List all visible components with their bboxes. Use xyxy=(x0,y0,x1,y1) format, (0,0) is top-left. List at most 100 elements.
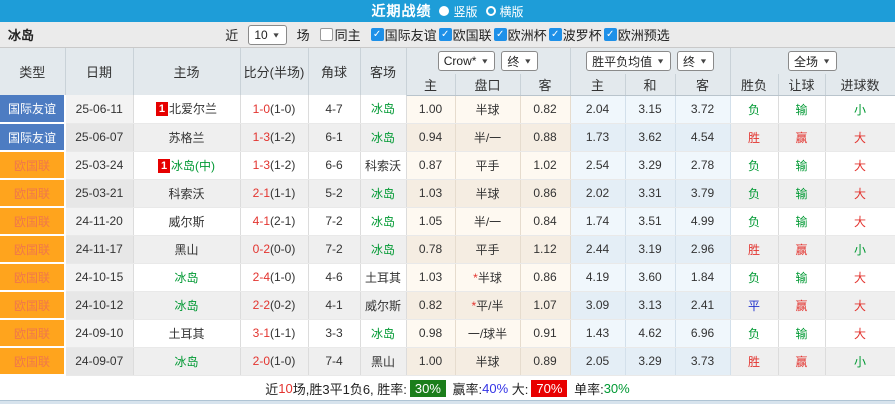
handicap-line-cell: 半球 xyxy=(455,95,521,124)
wdl-result-cell: 负 xyxy=(730,263,779,292)
corner-cell: 4-7 xyxy=(308,95,361,124)
date-cell: 25-06-11 xyxy=(65,95,134,124)
goals-result-cell: 大 xyxy=(825,207,895,236)
handicap-home-odds-cell: 0.94 xyxy=(406,123,456,152)
handicap-away-odds-cell: 1.02 xyxy=(520,151,571,180)
handicap-line-cell: 平手 xyxy=(455,235,521,264)
league-type-cell: 国际友谊 xyxy=(0,123,66,152)
league-filter-nations[interactable]: ✓ 欧国联 xyxy=(438,25,492,44)
corner-cell: 6-1 xyxy=(308,123,361,152)
handicap-line-cell: 一/球半 xyxy=(455,319,521,348)
scope-header: 全场 ▼ xyxy=(730,48,895,74)
avg-lose-odds-cell: 4.99 xyxy=(675,207,731,236)
same-home-checkbox[interactable] xyxy=(319,28,333,41)
chevron-down-icon: ▼ xyxy=(523,57,533,65)
match-row: 国际友谊 25-06-11 1 北爱尔兰 1-0(1-0) 4-7 冰岛 1.00 半球 0.82… xyxy=(0,95,895,124)
score-cell: 2-0(1-0) xyxy=(240,347,309,376)
date-cell: 24-11-17 xyxy=(65,235,134,264)
handicap-away-odds-cell: 1.12 xyxy=(520,235,571,264)
matches-label: 场 xyxy=(296,28,310,43)
summary-segment: 近 xyxy=(265,381,279,397)
checkbox-checked-icon[interactable]: ✓ xyxy=(438,28,452,41)
corner-cell: 7-2 xyxy=(308,235,361,264)
away-team-cell: 冰岛 xyxy=(360,95,407,124)
bottom-strip xyxy=(0,400,895,404)
league-type-cell: 欧国联 xyxy=(0,319,66,348)
league-type-cell: 欧国联 xyxy=(0,235,66,264)
avg-lose-odds-cell: 2.41 xyxy=(675,291,731,320)
avg-win-odds-cell: 4.19 xyxy=(570,263,626,292)
league-filter-label[interactable]: 波罗杯 xyxy=(563,25,602,44)
league-filter-label[interactable]: 欧洲杯 xyxy=(508,25,547,44)
subheader-wdl: 胜负 xyxy=(730,74,779,96)
league-filter-label[interactable]: 欧洲预选 xyxy=(618,25,670,44)
avg-type-select[interactable]: 胜平负均值 ▼ xyxy=(586,51,671,71)
subheader-avg-away: 客 xyxy=(675,74,731,96)
chevron-down-icon: ▼ xyxy=(271,30,281,39)
avg-draw-odds-cell: 3.62 xyxy=(625,123,676,152)
avg-draw-odds-cell: 3.51 xyxy=(625,207,676,236)
avg-win-odds-cell: 2.54 xyxy=(570,151,626,180)
checkbox-checked-icon[interactable]: ✓ xyxy=(548,28,562,41)
league-filter-label[interactable]: 欧国联 xyxy=(453,25,492,44)
recent-label: 近 xyxy=(225,28,239,43)
chevron-down-icon: ▼ xyxy=(699,57,708,65)
score-cell: 2-1(1-1) xyxy=(240,179,309,208)
avg-win-odds-cell: 3.09 xyxy=(570,291,626,320)
odds-stage-select[interactable]: 终 ▼ xyxy=(501,51,539,71)
odds-company-select[interactable]: Crow* ▼ xyxy=(437,51,496,71)
wdl-result-cell: 平 xyxy=(730,291,779,320)
header-away: 客场 xyxy=(360,48,407,95)
subheader-handicap-result: 让球 xyxy=(778,74,826,96)
chevron-down-icon: ▼ xyxy=(822,57,831,65)
match-count-select[interactable]: 10 ▼ xyxy=(248,24,287,45)
date-cell: 24-10-12 xyxy=(65,291,134,320)
checkbox-checked-icon[interactable]: ✓ xyxy=(370,28,384,41)
checkbox-checked-icon[interactable]: ✓ xyxy=(603,28,617,41)
away-team-cell: 冰岛 xyxy=(360,123,407,152)
same-home-label[interactable]: 同主 xyxy=(335,25,361,44)
scope-select[interactable]: 全场 ▼ xyxy=(788,51,837,71)
date-cell: 24-10-15 xyxy=(65,263,134,292)
league-filter-euro-qual[interactable]: ✓ 欧洲预选 xyxy=(603,25,670,44)
score-cell: 1-3(1-2) xyxy=(240,123,309,152)
summary-segment: 场,胜3平1负6, 胜率: xyxy=(292,381,407,397)
home-team-cell: 黑山 xyxy=(133,235,241,264)
goals-result-cell: 大 xyxy=(825,151,895,180)
league-filter-euro[interactable]: ✓ 欧洲杯 xyxy=(493,25,547,44)
page-title: 近期战绩 xyxy=(371,3,432,19)
layout-radio-horizontal[interactable]: 横版 xyxy=(485,3,524,20)
odds-company-value: Crow* xyxy=(443,54,477,68)
handicap-home-odds-cell: 1.00 xyxy=(406,95,456,124)
avg-stage-select[interactable]: 终 ▼ xyxy=(677,51,714,71)
home-rank-badge: 1 xyxy=(155,102,168,117)
wdl-result-cell: 负 xyxy=(730,95,779,124)
league-filter-friendly[interactable]: ✓ 国际友谊 xyxy=(370,25,437,44)
handicap-line-cell: 半/一 xyxy=(455,207,521,236)
avg-lose-odds-cell: 3.72 xyxy=(675,95,731,124)
date-cell: 24-09-10 xyxy=(65,319,134,348)
avg-draw-odds-cell: 4.62 xyxy=(625,319,676,348)
score-cell: 4-1(2-1) xyxy=(240,207,309,236)
radio-horizontal-label[interactable]: 横版 xyxy=(500,3,524,20)
handicap-result-cell: 输 xyxy=(778,207,826,236)
radio-unselected-icon[interactable] xyxy=(485,6,496,16)
title-bar: 近期战绩 竖版 横版 xyxy=(0,0,895,22)
goals-result-cell: 小 xyxy=(825,235,895,264)
league-filter-baltic[interactable]: ✓ 波罗杯 xyxy=(548,25,602,44)
radio-selected-icon[interactable] xyxy=(439,6,450,16)
layout-radio-vertical[interactable]: 竖版 xyxy=(439,3,478,20)
handicap-result-cell: 输 xyxy=(778,319,826,348)
match-row: 欧国联 24-10-15 冰岛 2-4(1-0) 4-6 土耳其 1.03 *半球 0.86 4.… xyxy=(0,263,895,292)
league-type-cell: 欧国联 xyxy=(0,151,66,180)
summary-segment: 单率: xyxy=(570,381,604,397)
home-team-cell: 冰岛 xyxy=(133,291,241,320)
avg-lose-odds-cell: 2.96 xyxy=(675,235,731,264)
league-filter-label[interactable]: 国际友谊 xyxy=(385,25,437,44)
handicap-home-odds-cell: 0.78 xyxy=(406,235,456,264)
radio-vertical-label[interactable]: 竖版 xyxy=(453,3,477,20)
handicap-home-odds-cell: 0.87 xyxy=(406,151,456,180)
checkbox-checked-icon[interactable]: ✓ xyxy=(493,28,507,41)
away-team-cell: 冰岛 xyxy=(360,235,407,264)
score-cell: 1-0(1-0) xyxy=(240,95,309,124)
